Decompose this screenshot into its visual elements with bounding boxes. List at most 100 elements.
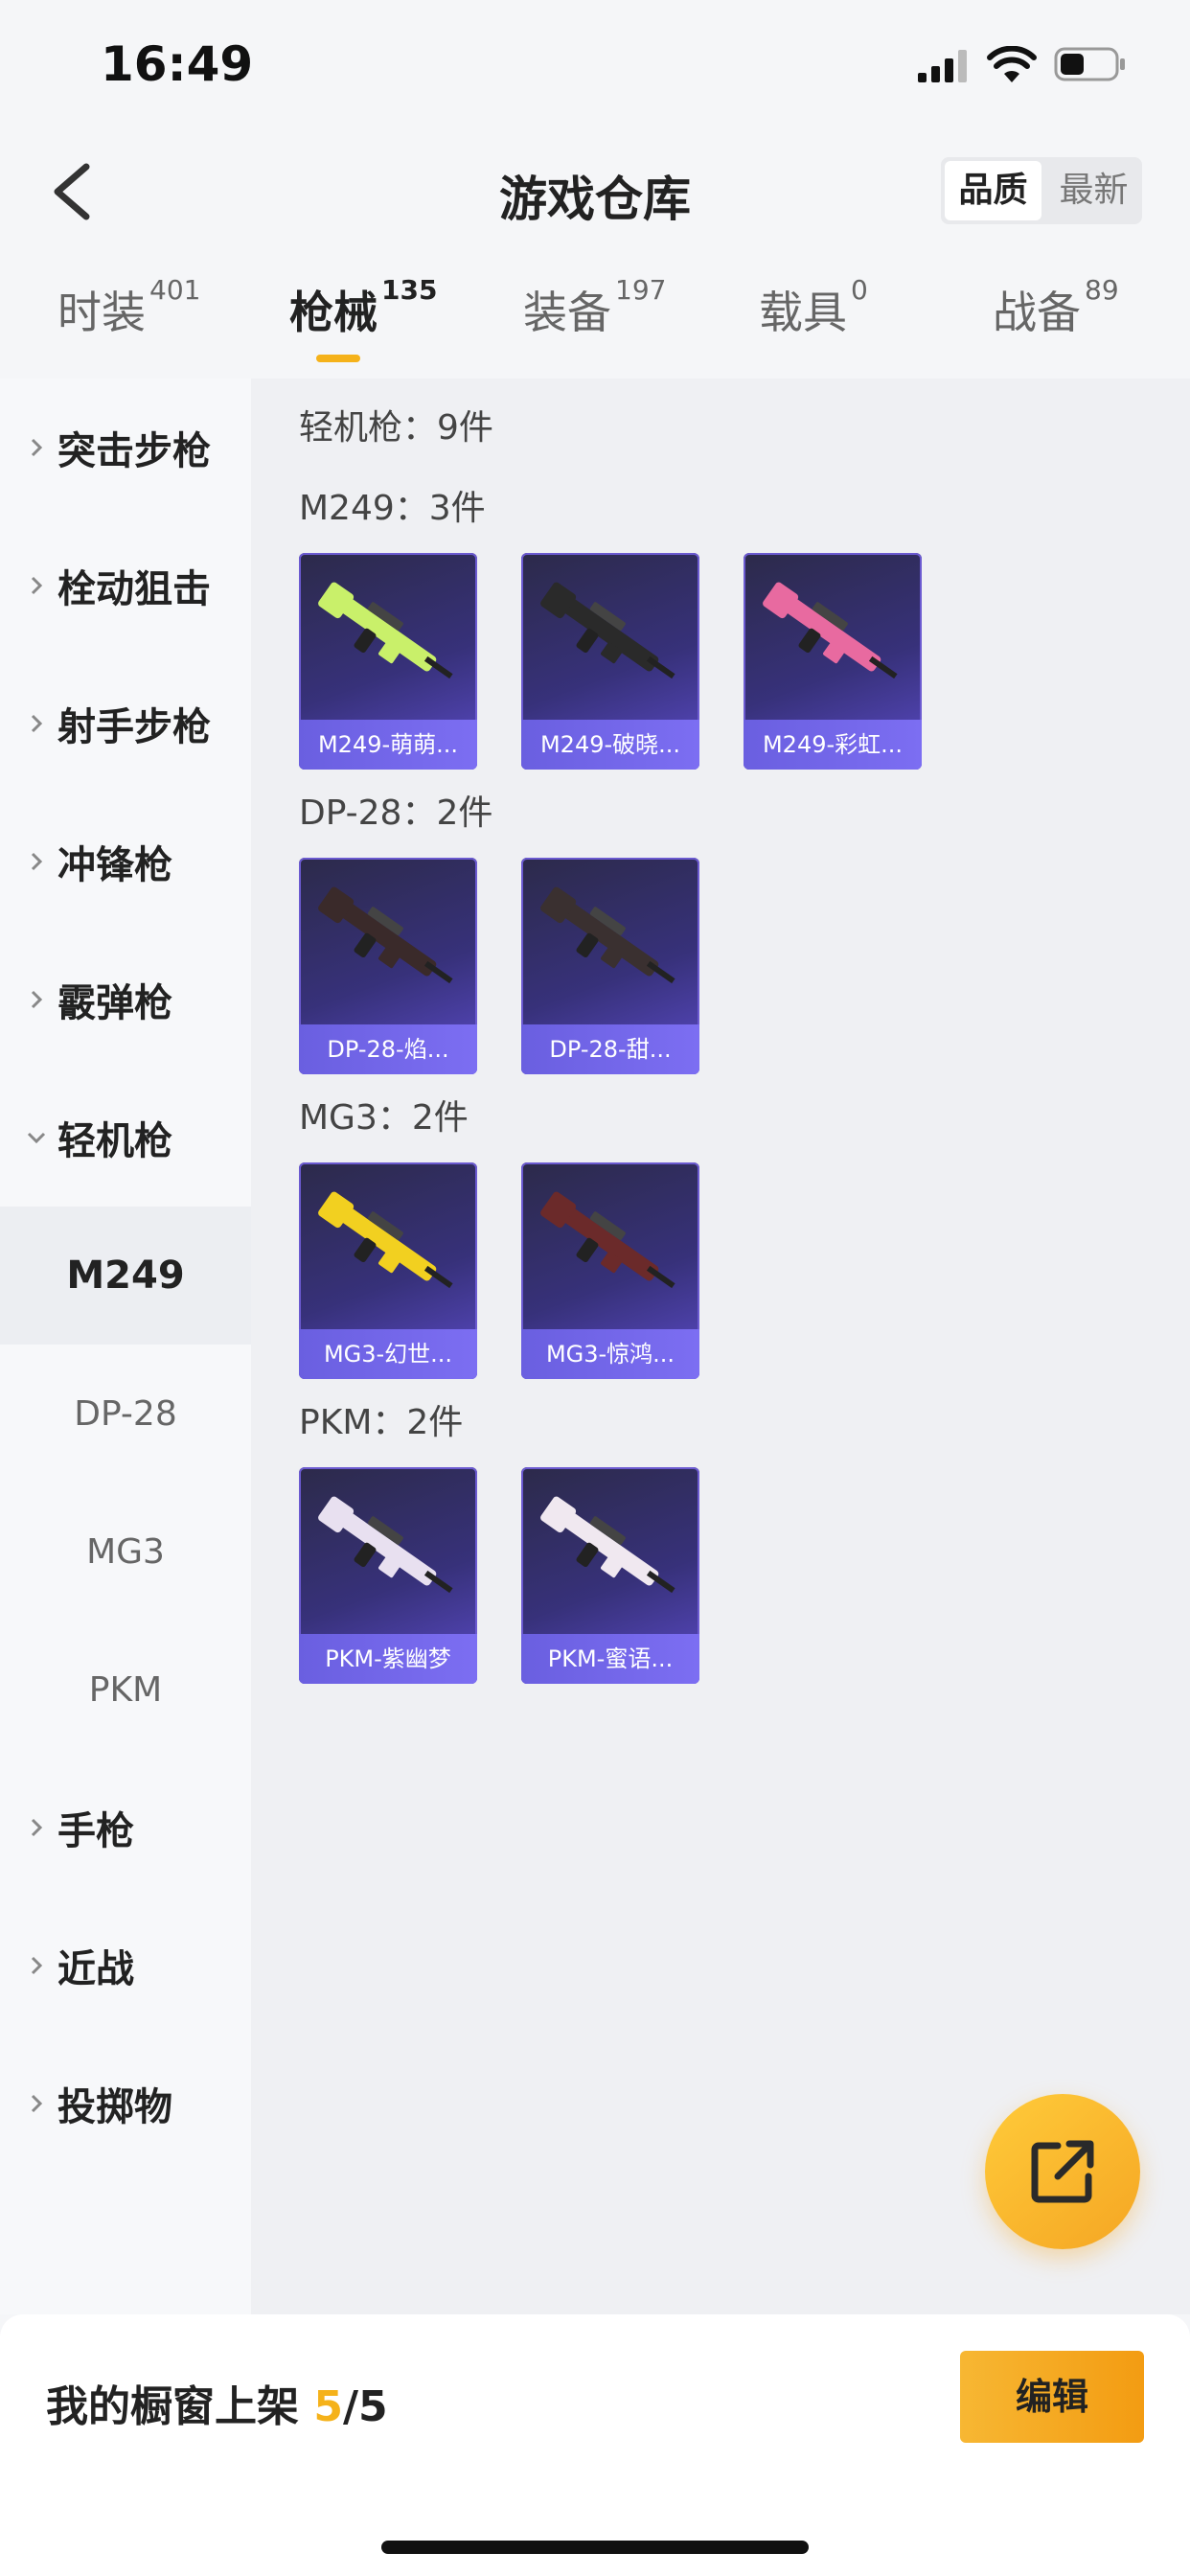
- sidebar-item-label: 近战: [57, 1947, 134, 1991]
- tab-label: 时装: [57, 287, 146, 338]
- chevron-down-icon: [27, 1132, 46, 1144]
- sidebar-item-pistol[interactable]: 手枪: [0, 1759, 251, 1897]
- skin-name: M249-破晓...: [521, 720, 699, 770]
- tab-guns[interactable]: 枪械 135: [289, 274, 437, 341]
- chevron-right-icon: [31, 1956, 43, 1975]
- tab-label: 战备: [993, 287, 1081, 338]
- sidebar-item-label: 霰弹枪: [57, 981, 172, 1025]
- showcase-label: 我的橱窗上架: [46, 2382, 299, 2431]
- skin-name: PKM-紫幽梦: [299, 1634, 477, 1684]
- gun-skin-image: [318, 582, 453, 679]
- tab-count: 135: [381, 274, 438, 306]
- group-title-pkm: PKM：2件: [299, 1403, 464, 1442]
- skin-name: M249-彩虹...: [744, 720, 922, 770]
- tab-label: 载具: [759, 287, 847, 338]
- sort-toggle: 品质 最新: [941, 157, 1142, 224]
- tab-count: 197: [615, 274, 667, 306]
- sidebar-item-throwables[interactable]: 投掷物: [0, 2035, 251, 2173]
- header: 游戏仓库 品质 最新: [0, 144, 1190, 240]
- skin-card[interactable]: M249-破晓...: [521, 553, 699, 770]
- skin-name: DP-28-甜...: [521, 1024, 699, 1074]
- showcase-current-count: 5: [313, 2382, 343, 2431]
- sidebar-sub-pkm[interactable]: PKM: [0, 1621, 251, 1759]
- skin-card[interactable]: DP-28-甜...: [521, 858, 699, 1074]
- gun-skin-image: [318, 1191, 453, 1289]
- skin-card[interactable]: M249-彩虹...: [744, 553, 922, 770]
- skin-card[interactable]: MG3-幻世...: [299, 1162, 477, 1379]
- skin-card[interactable]: MG3-惊鸿...: [521, 1162, 699, 1379]
- sidebar-item-label: 射手步枪: [57, 705, 211, 749]
- skin-card[interactable]: PKM-紫幽梦: [299, 1467, 477, 1684]
- sidebar: 突击步枪 栓动狙击 射手步枪 冲锋枪 霰弹枪 轻机枪 M249 DP-28 MG…: [0, 379, 251, 2314]
- gun-skin-image: [318, 1496, 453, 1594]
- gun-skin-image: [763, 582, 898, 679]
- tab-supplies[interactable]: 战备 89: [993, 274, 1119, 341]
- category-tabs: 时装 401 枪械 135 装备 197 载具 0 战备 89: [0, 274, 1190, 374]
- active-tab-indicator: [316, 355, 360, 362]
- group-title-mg3: MG3：2件: [299, 1098, 469, 1138]
- sidebar-item-label: 手枪: [57, 1809, 134, 1853]
- showcase-status: 我的橱窗上架 5/5: [46, 2372, 388, 2433]
- chevron-right-icon: [31, 852, 43, 871]
- skin-name: MG3-惊鸿...: [521, 1329, 699, 1379]
- skin-card[interactable]: PKM-蜜语...: [521, 1467, 699, 1684]
- sidebar-sub-m249[interactable]: M249: [0, 1207, 251, 1345]
- sidebar-item-bolt-sniper[interactable]: 栓动狙击: [0, 517, 251, 655]
- chevron-right-icon: [31, 438, 43, 457]
- group-title-m249: M249：3件: [299, 489, 486, 528]
- wifi-icon: [987, 46, 1037, 82]
- status-time: 16:49: [101, 36, 254, 92]
- sort-quality-button[interactable]: 品质: [945, 161, 1041, 220]
- sidebar-item-label: 冲锋枪: [57, 843, 172, 887]
- sidebar-item-lmg[interactable]: 轻机枪: [0, 1069, 251, 1207]
- tab-count: 89: [1085, 274, 1119, 306]
- showcase-total-count: /5: [342, 2382, 388, 2431]
- gun-skin-image: [318, 886, 453, 984]
- sidebar-sub-mg3[interactable]: MG3: [0, 1483, 251, 1621]
- battery-icon: [1054, 47, 1125, 81]
- group-title-dp28: DP-28：2件: [299, 794, 493, 833]
- sidebar-item-label: 投掷物: [57, 2085, 172, 2129]
- skin-name: DP-28-焰...: [299, 1024, 477, 1074]
- status-bar: 16:49: [0, 0, 1190, 125]
- gun-skin-image: [540, 886, 675, 984]
- share-external-icon: [1031, 2140, 1094, 2203]
- section-title: 轻机枪：9件: [299, 408, 493, 448]
- gun-skin-image: [540, 1496, 675, 1594]
- tab-fashion[interactable]: 时装 401: [57, 274, 200, 341]
- tab-count: 401: [149, 274, 201, 306]
- cellular-signal-icon: [918, 50, 967, 82]
- bottom-bar: 我的橱窗上架 5/5 编辑: [0, 2314, 1190, 2576]
- inventory-content: 轻机枪：9件 M249：3件 M249-萌萌... M249-破晓... M24…: [251, 379, 1190, 2314]
- gun-skin-image: [540, 1191, 675, 1289]
- tab-equipment[interactable]: 装备 197: [523, 274, 666, 341]
- skin-name: PKM-蜜语...: [521, 1634, 699, 1684]
- sidebar-item-smg[interactable]: 冲锋枪: [0, 793, 251, 931]
- skin-name: MG3-幻世...: [299, 1329, 477, 1379]
- tab-vehicles[interactable]: 载具 0: [759, 274, 868, 341]
- sidebar-item-label: 栓动狙击: [57, 567, 211, 611]
- sidebar-sub-dp28[interactable]: DP-28: [0, 1345, 251, 1483]
- gun-skin-image: [540, 582, 675, 679]
- share-button[interactable]: [985, 2094, 1140, 2249]
- home-indicator: [381, 2541, 809, 2554]
- sidebar-item-melee[interactable]: 近战: [0, 1897, 251, 2035]
- sidebar-item-marksman-rifle[interactable]: 射手步枪: [0, 655, 251, 793]
- tab-label: 装备: [523, 287, 611, 338]
- chevron-right-icon: [31, 714, 43, 733]
- chevron-right-icon: [31, 576, 43, 595]
- sidebar-item-assault-rifle[interactable]: 突击步枪: [0, 379, 251, 517]
- sidebar-item-label: 轻机枪: [57, 1119, 172, 1163]
- chevron-right-icon: [31, 990, 43, 1009]
- skin-name: M249-萌萌...: [299, 720, 477, 770]
- sort-newest-button[interactable]: 最新: [1045, 157, 1142, 224]
- tab-count: 0: [851, 274, 868, 306]
- edit-button[interactable]: 编辑: [960, 2351, 1144, 2443]
- tab-label: 枪械: [289, 287, 378, 338]
- skin-card[interactable]: M249-萌萌...: [299, 553, 477, 770]
- chevron-right-icon: [31, 1818, 43, 1837]
- skin-card[interactable]: DP-28-焰...: [299, 858, 477, 1074]
- chevron-right-icon: [31, 2094, 43, 2113]
- sidebar-item-label: 突击步枪: [57, 429, 211, 473]
- sidebar-item-shotgun[interactable]: 霰弹枪: [0, 931, 251, 1069]
